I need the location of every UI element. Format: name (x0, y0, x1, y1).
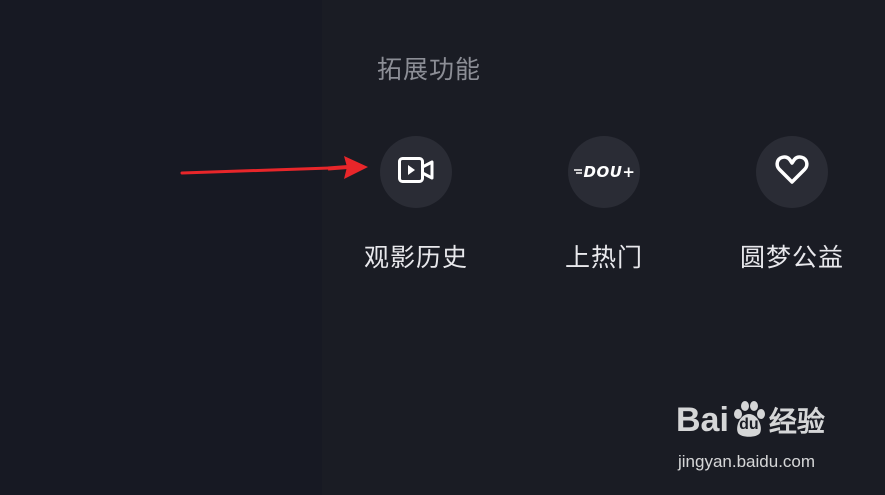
feature-label: 观影历史 (363, 243, 468, 272)
section-title: 拓展功能 (377, 55, 482, 84)
watch-history-icon-button[interactable] (380, 136, 452, 208)
watermark-url: jingyan.baidu.com (678, 452, 816, 471)
baidu-logo: Bai du 经验 (676, 400, 825, 439)
feature-label: 圆梦公益 (739, 243, 844, 272)
charity-icon-button[interactable] (756, 136, 828, 208)
feature-charity[interactable]: 圆梦公益 (712, 136, 872, 274)
baidu-paw-icon: du (730, 401, 768, 439)
baidu-jingyan-watermark: Bai du 经验 jingyan.baidu.com (676, 400, 846, 480)
dou-plus-text: DOU+ (583, 163, 636, 181)
feature-dou-plus[interactable]: DOU+ 上热门 (524, 136, 684, 274)
dou-plus-icon: DOU+ (573, 163, 636, 181)
feature-label: 上热门 (564, 243, 643, 272)
video-play-icon (398, 157, 434, 187)
left-panel (0, 0, 322, 495)
red-arrow-annotation (180, 156, 368, 179)
dou-plus-icon-button[interactable]: DOU+ (568, 136, 640, 208)
heart-icon (775, 155, 809, 189)
